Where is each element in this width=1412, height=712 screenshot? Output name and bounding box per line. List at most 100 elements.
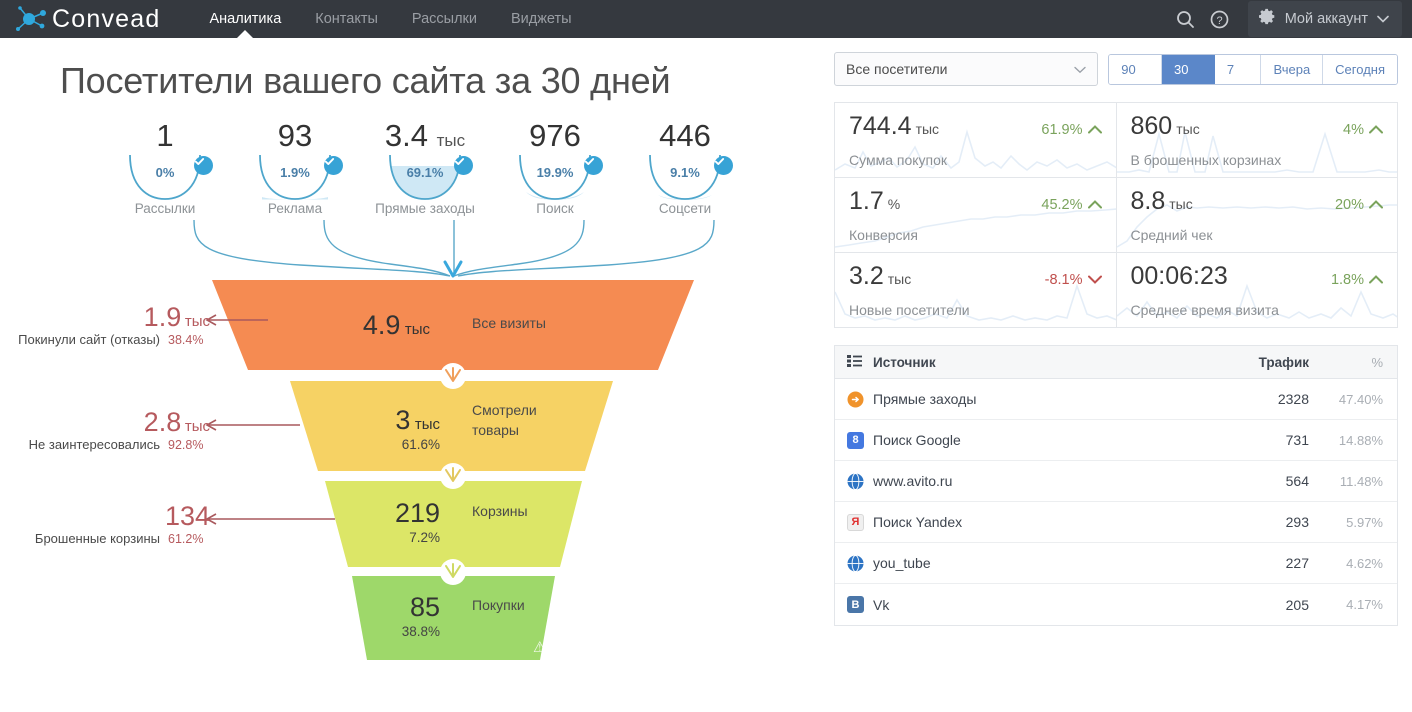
channel-rassylki[interactable]: 1 0% Рассылки xyxy=(100,120,230,216)
metric-card-abandoned-carts-sum[interactable]: 860 тыс 4% В брошенных корзинах xyxy=(1116,103,1397,177)
metric-label: Среднее время визита xyxy=(1130,302,1279,318)
funnel-step-4-percent: 38.8% xyxy=(401,624,440,639)
channel-checkbox-icon[interactable] xyxy=(714,156,733,175)
date-range-group: 90 дн 30 дн 7 дн Вчера Сегодня xyxy=(1108,53,1398,85)
source-percent: 11.48% xyxy=(1339,473,1383,489)
funnel-step-4-value: 85 xyxy=(409,592,440,622)
nav-item-widgets[interactable]: Виджеты xyxy=(494,0,589,38)
sources-col-name[interactable]: Источник xyxy=(873,355,1223,370)
channel-socseti[interactable]: 446 9.1% Соцсети xyxy=(620,120,750,216)
nav-item-contacts[interactable]: Контакты xyxy=(298,0,395,38)
metric-value: 3.2 xyxy=(849,262,884,290)
list-icon[interactable] xyxy=(847,354,873,370)
account-label: Мой аккаунт xyxy=(1284,11,1368,27)
source-name: you_tube xyxy=(873,555,931,571)
funnel-loss-1: 1.9 тыс xyxy=(0,302,210,333)
range-btn-90d[interactable]: 90 дн xyxy=(1109,54,1163,84)
range-btn-30d[interactable]: 30 дн xyxy=(1162,54,1215,84)
funnel-step-1-warning-icon[interactable]: ⚠ xyxy=(533,638,546,656)
table-row[interactable]: 8 Поиск Google 731 14.88% xyxy=(835,420,1397,461)
funnel-step-1-label: Все визиты xyxy=(472,315,546,331)
funnel-loss-3-percent: 61.2% xyxy=(168,532,204,546)
range-btn-7d[interactable]: 7 дн xyxy=(1214,54,1262,84)
sources-table-header: Источник Трафик % xyxy=(835,346,1397,379)
funnel-loss-2-value: 2.8 тыс xyxy=(143,407,210,437)
arrow-circle-right-icon xyxy=(847,391,873,408)
channel-value: 93 xyxy=(277,118,313,153)
source-traffic: 564 xyxy=(1285,473,1309,489)
channel-checkbox-icon[interactable] xyxy=(454,156,473,175)
metric-delta: 20% xyxy=(1335,197,1383,213)
metric-delta: 61.9% xyxy=(1041,122,1102,138)
metric-card-average-visit-time[interactable]: 00:06:23 1.8% Среднее время визита xyxy=(1116,253,1397,327)
table-row[interactable]: В Vk 205 4.17% xyxy=(835,584,1397,625)
funnel-loss-3-label: Брошенные корзины xyxy=(34,531,160,546)
channel-poisk[interactable]: 976 19.9% Поиск xyxy=(490,120,620,216)
source-name: www.avito.ru xyxy=(873,473,953,489)
channel-value: 976 xyxy=(529,118,581,153)
nav-item-analytics[interactable]: Аналитика xyxy=(192,0,298,38)
channel-pryamye-zahody[interactable]: 3.4 тыс 69.1% Прямые заходы xyxy=(360,120,490,216)
sources-col-traffic[interactable]: Трафик xyxy=(1223,355,1309,370)
channel-bowl: 1.9% xyxy=(230,153,360,205)
trend-up-icon xyxy=(1369,272,1383,288)
channel-bowl: 69.1% xyxy=(360,153,490,205)
top-navigation-bar: Convead Аналитика Контакты Рассылки Видж… xyxy=(0,0,1412,38)
source-percent: 14.88% xyxy=(1338,432,1383,448)
filter-row: Все посетители 90 дн 30 дн 7 дн Вчера Се… xyxy=(834,52,1398,86)
source-name: Поиск Yandex xyxy=(873,514,963,530)
channel-value: 446 xyxy=(659,118,711,153)
funnel-loss-3-value: 134 xyxy=(164,501,210,531)
funnel-step-3-label: Корзины xyxy=(472,503,528,519)
chevron-down-icon xyxy=(1377,10,1389,28)
search-icon[interactable] xyxy=(1170,3,1202,35)
channel-checkbox-icon[interactable] xyxy=(324,156,343,175)
channel-checkbox-icon[interactable] xyxy=(584,156,603,175)
table-row[interactable]: Я Поиск Yandex 293 5.97% xyxy=(835,502,1397,543)
brand-logo-area[interactable]: Convead xyxy=(0,4,160,34)
channel-bowl: 19.9% xyxy=(490,153,620,205)
metric-card-conversion[interactable]: 1.7 % 45.2% Конверсия xyxy=(835,178,1116,252)
channel-reklama[interactable]: 93 1.9% Реклама xyxy=(230,120,360,216)
metric-unit: тыс xyxy=(1169,196,1193,212)
funnel-step-3-percent: 7.2% xyxy=(409,530,440,545)
metric-value: 8.8 xyxy=(1130,187,1166,215)
range-btn-yesterday[interactable]: Вчера xyxy=(1261,54,1324,84)
channel-value: 3.4 тыс xyxy=(384,118,466,153)
source-traffic: 227 xyxy=(1285,555,1309,571)
visitor-segment-select[interactable]: Все посетители xyxy=(834,52,1099,86)
metric-label: Новые посетители xyxy=(849,302,970,318)
table-row[interactable]: Прямые заходы 2328 47.40% xyxy=(835,379,1397,420)
sources-col-percent[interactable]: % xyxy=(1309,355,1383,370)
question-circle-icon[interactable]: ? xyxy=(1204,3,1236,35)
source-percent: 47.40% xyxy=(1338,391,1383,407)
metric-delta: -8.1% xyxy=(1045,272,1102,288)
trend-up-icon xyxy=(1087,197,1102,213)
channel-checkbox-icon[interactable] xyxy=(194,156,213,175)
page-body: Посетители вашего сайта за 30 дней 1 0% … xyxy=(0,38,1412,712)
account-menu-button[interactable]: Мой аккаунт xyxy=(1247,1,1402,37)
funnel-step-2-value: 3 тыс xyxy=(395,405,440,435)
topbar-right-controls: ? Мой аккаунт xyxy=(1170,1,1412,37)
metric-value: 00:06:23 xyxy=(1130,262,1228,290)
source-traffic: 293 xyxy=(1285,514,1309,530)
metric-card-sum-purchases[interactable]: 744.4 тыс 61.9% Сумма покупок xyxy=(835,103,1116,177)
funnel-step-2-label: Смотрели товары xyxy=(472,402,537,438)
metric-card-average-check[interactable]: 8.8 тыс 20% Средний чек xyxy=(1116,178,1397,252)
metric-value: 860 xyxy=(1130,112,1173,140)
channel-value: 1 xyxy=(156,118,174,153)
source-name: Vk xyxy=(873,596,890,613)
nav-item-mailings[interactable]: Рассылки xyxy=(395,0,494,38)
funnel-step-2-percent: 61.6% xyxy=(401,437,440,452)
yandex-icon: Я xyxy=(847,513,873,531)
source-traffic: 731 xyxy=(1285,432,1309,448)
metric-label: В брошенных корзинах xyxy=(1130,152,1282,168)
table-row[interactable]: you_tube 227 4.62% xyxy=(835,543,1397,584)
table-row[interactable]: www.avito.ru 564 11.48% xyxy=(835,461,1397,502)
range-btn-today[interactable]: Сегодня xyxy=(1323,54,1397,84)
source-name: Поиск Google xyxy=(873,432,961,448)
channel-bowl: 9.1% xyxy=(620,153,750,205)
conversion-funnel: 4.9 тыс Все визиты ⚠ 3 тыс 61.6% Смотрел… xyxy=(0,280,830,665)
brand-name: Convead xyxy=(52,4,161,33)
metric-card-new-visitors[interactable]: 3.2 тыс -8.1% Новые посетители xyxy=(835,253,1116,327)
